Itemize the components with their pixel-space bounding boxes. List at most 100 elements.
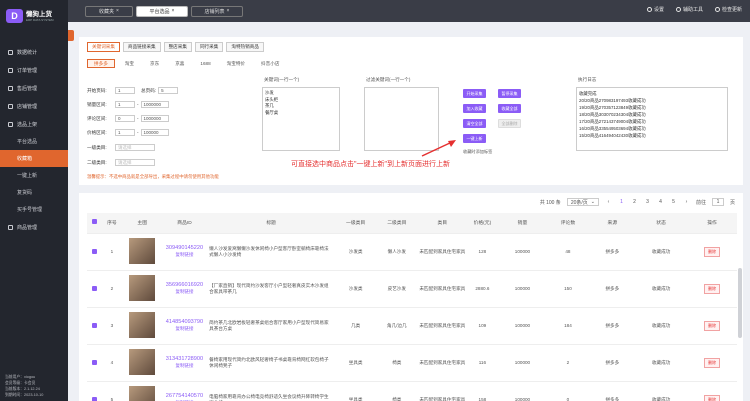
favorites-tab[interactable]: 收藏夹 × (85, 5, 133, 17)
product-id-link[interactable]: 356966016920 (163, 282, 206, 289)
comment-max-input[interactable]: 1000000 (140, 115, 169, 122)
one-click-upload-button[interactable]: 一键上新 (463, 134, 486, 143)
sidebar-item-orders[interactable]: 订单管理 (0, 61, 68, 79)
sidebar-item-aftersale[interactable]: 售后管理 (0, 79, 68, 97)
sidebar-item-select[interactable]: 选品上架 (0, 115, 68, 133)
row-checkbox[interactable] (92, 396, 98, 401)
pause-collect-button[interactable]: 暂停采集 (498, 89, 521, 98)
sidebar-item-stats[interactable]: 数据统计 (0, 43, 68, 61)
total-page-input[interactable]: 5 (158, 87, 179, 94)
platform-pdd[interactable]: 拼多多 (87, 59, 115, 68)
page-4[interactable]: 4 (657, 198, 664, 206)
copy-link-button[interactable]: 复制链接 (163, 252, 206, 258)
next-page-button[interactable]: › (683, 198, 690, 206)
sidebar-sub-upload[interactable]: 一键上新 (0, 167, 68, 184)
product-id-link[interactable]: 414854093790 (163, 319, 206, 326)
platform-select-tab[interactable]: 平台选品 × (136, 5, 188, 17)
row-checkbox[interactable] (92, 322, 98, 328)
platform-douyin[interactable]: 抖音小店 (255, 59, 285, 68)
sidebar-item-goods[interactable]: 商品管理 (0, 218, 68, 236)
delete-button[interactable]: 删除 (704, 283, 721, 294)
delete-all-button[interactable]: 全部删除 (498, 119, 521, 128)
table-row[interactable]: 4 313431728900 复制链接 餐椅家用现代简约北欧风轻奢椅子书桌靠背椅网红软… (87, 344, 737, 382)
page-size-select[interactable]: 20条/页 ⌄ (566, 198, 599, 206)
tab-link[interactable]: 商品链接采集 (122, 42, 161, 52)
platform-jx[interactable]: 京喜 (169, 59, 190, 68)
tab-hot[interactable]: 淘特热销商品 (226, 42, 264, 52)
product-image[interactable] (129, 275, 156, 301)
start-collect-button[interactable]: 开始采集 (463, 89, 486, 98)
cat2-row: 二级类目: 请选择 (87, 159, 155, 166)
select-all-checkbox[interactable] (92, 219, 98, 225)
platform-taobao[interactable]: 淘宝 (119, 59, 140, 68)
tab-keyword[interactable]: 关键词采集 (87, 42, 120, 52)
start-page-input[interactable]: 1 (115, 87, 135, 94)
row-checkbox[interactable] (92, 285, 98, 291)
sales-max-input[interactable]: 1000000 (140, 101, 169, 108)
top-bar: 收藏夹 × 平台选品 × 店铺列表 × 设置 辅助工具 检查更新 (68, 0, 750, 22)
comment-min-input[interactable]: 0 (115, 115, 135, 122)
platform-1688[interactable]: 1688 (194, 59, 216, 68)
add-favorite-button[interactable]: 加入收藏 (463, 104, 486, 113)
goto-page-input[interactable]: 1 (711, 198, 724, 206)
table-scrollbar[interactable] (738, 268, 742, 338)
product-image[interactable] (129, 349, 156, 375)
close-icon[interactable]: × (227, 8, 230, 14)
price-min-input[interactable]: 1 (115, 129, 135, 136)
order-icon (8, 67, 13, 73)
sidebar-item-shops[interactable]: 店铺管理 (0, 97, 68, 115)
product-id-link[interactable]: 309490145220 (163, 245, 206, 252)
row-checkbox[interactable] (92, 359, 98, 365)
delete-button[interactable]: 删除 (704, 246, 721, 257)
page-1[interactable]: 1 (618, 198, 625, 206)
sidebar-sub-favorites[interactable]: 收藏箱 (0, 150, 68, 167)
product-image[interactable] (129, 238, 156, 264)
shop-icon (8, 103, 13, 109)
settings-button[interactable]: 设置 (646, 6, 664, 13)
keywords-textarea[interactable]: 沙发 床头柜 茶几 餐厅桌 (262, 87, 340, 151)
collapse-handle[interactable] (68, 30, 74, 41)
close-icon[interactable]: × (172, 8, 175, 14)
favorite-all-button[interactable]: 收藏全部 (498, 104, 521, 113)
table-row[interactable]: 2 356966016920 复制链接 【厂家直销】现代简约沙发客厅小户型轻奢真皮实木… (87, 270, 737, 308)
table-row[interactable]: 3 414854093790 复制链接 简约茶几北欧岩板轻奢茶桌组合客厅家用小户型现代… (87, 307, 737, 345)
sidebar-sub-recode[interactable]: 复货码 (0, 184, 68, 201)
page-3[interactable]: 3 (644, 198, 651, 206)
update-button[interactable]: 检查更新 (714, 6, 742, 13)
sidebar-sub-buyer[interactable]: 买手号管理 (0, 201, 68, 218)
delete-button[interactable]: 删除 (704, 320, 721, 331)
delete-button[interactable]: 删除 (704, 357, 721, 368)
platform-jd[interactable]: 京东 (144, 59, 165, 68)
copy-link-button[interactable]: 复制链接 (163, 289, 206, 295)
platform-tejia[interactable]: 淘宝特价 (221, 59, 251, 68)
tip-text: 温馨提示：不选中商品就是全部导出，采集过程中请勿使用其他功能 (87, 174, 219, 179)
product-id-link[interactable]: 313431728900 (163, 356, 206, 363)
copy-link-button[interactable]: 复制链接 (163, 363, 206, 369)
tab-shop[interactable]: 整店采集 (163, 42, 192, 52)
arrow-icon (421, 140, 456, 157)
log-label: 执行日志 (578, 77, 597, 82)
row-checkbox[interactable] (92, 248, 98, 254)
price-max-input[interactable]: 100000 (140, 129, 169, 136)
sidebar-sub-platform[interactable]: 平台选品 (0, 133, 68, 150)
page-5[interactable]: 5 (670, 198, 677, 206)
clear-all-button[interactable]: 清空全部 (463, 119, 486, 128)
close-icon[interactable]: × (116, 8, 119, 14)
delete-button[interactable]: 删除 (704, 394, 721, 401)
product-image[interactable] (129, 386, 156, 401)
product-id-link[interactable]: 267754140570 (163, 393, 206, 400)
shop-list-tab[interactable]: 店铺列表 × (191, 5, 243, 17)
cat1-select[interactable]: 请选择 (115, 144, 155, 151)
cat2-select[interactable]: 请选择 (115, 159, 155, 166)
sales-min-input[interactable]: 1 (115, 101, 135, 108)
product-title: 懒人沙发爱窝懒懒沙发休闲椅小户型客厅卧室躺椅床靠椅法式懒人小沙发椅 (206, 233, 337, 271)
copy-link-button[interactable]: 复制链接 (163, 326, 206, 332)
collect-tabs: 关键词采集 商品链接采集 整店采集 同行采集 淘特热销商品 (87, 42, 264, 52)
prev-page-button[interactable]: ‹ (605, 198, 612, 206)
product-image[interactable] (129, 312, 156, 338)
table-row[interactable]: 1 309490145220 复制链接 懒人沙发爱窝懒懒沙发休闲椅小户型客厅卧室躺椅床… (87, 233, 737, 271)
tab-peer[interactable]: 同行采集 (194, 42, 224, 52)
page-2[interactable]: 2 (631, 198, 638, 206)
tools-button[interactable]: 辅助工具 (675, 6, 703, 13)
table-row[interactable]: 5267754140570复制链接电脑椅家用靠背办公椅电竞椅舒适久坐会议椅升降转… (87, 381, 737, 401)
